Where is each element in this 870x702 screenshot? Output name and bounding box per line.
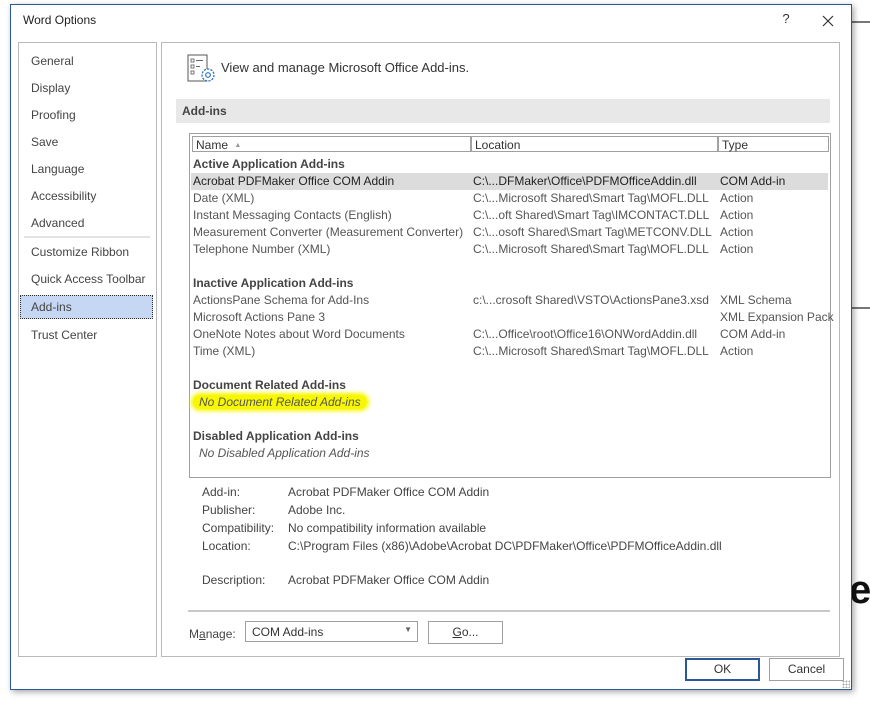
addin-name: OneNote Notes about Word Documents bbox=[193, 327, 405, 341]
sidebar-item-language[interactable]: Language bbox=[20, 157, 153, 181]
detail-label: Compatibility: bbox=[202, 521, 275, 535]
addin-location: c:\...crosoft Shared\VSTO\ActionsPane3.x… bbox=[473, 293, 709, 307]
sidebar-item-add-ins[interactable]: Add-ins bbox=[20, 295, 153, 319]
table-row[interactable]: Acrobat PDFMaker Office COM Addin C:\...… bbox=[191, 173, 828, 190]
detail-value: Acrobat PDFMaker Office COM Addin bbox=[288, 573, 490, 587]
empty-message-document-related: No Document Related Add-ins bbox=[193, 394, 367, 411]
resize-grip[interactable] bbox=[842, 680, 850, 688]
word-options-dialog: Word Options ? General Display Proofing … bbox=[10, 4, 852, 690]
addin-location: C:\...DFMaker\Office\PDFMOfficeAddin.dll bbox=[473, 174, 697, 188]
close-icon bbox=[822, 15, 834, 27]
addin-type: Action bbox=[720, 242, 754, 256]
manage-label-part: nage: bbox=[205, 627, 236, 641]
addin-location: C:\...Microsoft Shared\Smart Tag\MOFL.DL… bbox=[473, 344, 709, 358]
addin-name: Instant Messaging Contacts (English) bbox=[193, 208, 392, 222]
group-header-document-related: Document Related Add-ins bbox=[193, 378, 346, 392]
column-header-name[interactable]: Name ▲ bbox=[192, 136, 471, 152]
addin-location: C:\...Microsoft Shared\Smart Tag\MOFL.DL… bbox=[473, 242, 709, 256]
manage-label-part: M bbox=[189, 627, 199, 641]
addin-type: Action bbox=[720, 344, 754, 358]
go-mnemonic: G bbox=[452, 625, 462, 639]
highlighted-text: No Document Related Add-ins bbox=[193, 395, 367, 409]
table-row[interactable]: Date (XML) C:\...Microsoft Shared\Smart … bbox=[191, 190, 828, 207]
sidebar-item-quick-access-toolbar[interactable]: Quick Access Toolbar bbox=[20, 267, 153, 291]
detail-value: No compatibility information available bbox=[288, 521, 487, 535]
sidebar-item-proofing[interactable]: Proofing bbox=[20, 103, 153, 127]
detail-label: Location: bbox=[202, 539, 251, 553]
dialog-title: Word Options bbox=[23, 13, 97, 27]
sidebar-item-advanced[interactable]: Advanced bbox=[20, 211, 153, 235]
addin-type: COM Add-in bbox=[720, 327, 786, 341]
sidebar-item-trust-center[interactable]: Trust Center bbox=[20, 323, 153, 347]
close-button[interactable] bbox=[817, 10, 839, 32]
table-row[interactable]: Measurement Converter (Measurement Conve… bbox=[191, 224, 828, 241]
table-row[interactable]: Microsoft Actions Pane 3 XML Expansion P… bbox=[191, 309, 834, 326]
table-row[interactable]: OneNote Notes about Word Documents C:\..… bbox=[191, 326, 828, 343]
background-line bbox=[851, 307, 870, 309]
manage-selected-value: COM Add-ins bbox=[252, 625, 324, 639]
addin-type: XML Expansion Pack bbox=[720, 310, 834, 324]
manage-label: Manage: bbox=[189, 627, 236, 641]
addin-type: XML Schema bbox=[720, 293, 792, 307]
options-sidebar: General Display Proofing Save Language A… bbox=[18, 42, 157, 657]
addin-name: Measurement Converter (Measurement Conve… bbox=[193, 225, 464, 239]
addin-type: Action bbox=[720, 208, 754, 222]
sort-ascending-icon: ▲ bbox=[234, 142, 242, 149]
group-header-disabled: Disabled Application Add-ins bbox=[193, 429, 359, 443]
manage-dropdown[interactable]: COM Add-ins ▼ bbox=[245, 621, 418, 642]
addin-name: Date (XML) bbox=[193, 191, 255, 205]
addins-panel: View and manage Microsoft Office Add-ins… bbox=[161, 42, 840, 657]
addin-name: Acrobat PDFMaker Office COM Addin bbox=[193, 174, 395, 188]
sidebar-item-accessibility[interactable]: Accessibility bbox=[20, 184, 153, 208]
section-header: Add-ins bbox=[176, 99, 830, 123]
chevron-down-icon: ▼ bbox=[404, 625, 412, 634]
sidebar-item-general[interactable]: General bbox=[20, 49, 153, 73]
group-header-active: Active Application Add-ins bbox=[193, 157, 345, 171]
addin-location: C:\...oft Shared\Smart Tag\IMCONTACT.DLL bbox=[473, 208, 710, 222]
section-title: Add-ins bbox=[182, 104, 227, 118]
sidebar-item-customize-ribbon[interactable]: Customize Ribbon bbox=[20, 240, 153, 264]
addin-name: Time (XML) bbox=[193, 344, 256, 358]
detail-label: Publisher: bbox=[202, 503, 256, 517]
table-row[interactable]: Instant Messaging Contacts (English) C:\… bbox=[191, 207, 828, 224]
column-header-type[interactable]: Type bbox=[718, 136, 829, 152]
panel-header-text: View and manage Microsoft Office Add-ins… bbox=[221, 60, 470, 75]
addin-location: C:\...Microsoft Shared\Smart Tag\MOFL.DL… bbox=[473, 191, 709, 205]
addins-list[interactable]: Name ▲ Location Type Active Application … bbox=[189, 133, 834, 478]
addin-name: Microsoft Actions Pane 3 bbox=[193, 310, 326, 324]
addin-name: Telephone Number (XML) bbox=[193, 242, 331, 256]
detail-value: Adobe Inc. bbox=[288, 503, 346, 517]
addins-gear-icon bbox=[187, 54, 215, 82]
sidebar-item-save[interactable]: Save bbox=[20, 130, 153, 154]
go-label: o... bbox=[461, 625, 479, 639]
background-line bbox=[851, 21, 870, 23]
detail-label: Description: bbox=[202, 573, 266, 587]
cancel-button[interactable]: Cancel bbox=[769, 658, 844, 681]
help-button[interactable]: ? bbox=[775, 11, 797, 31]
empty-message-disabled: No Disabled Application Add-ins bbox=[199, 446, 370, 460]
addin-location: C:\...Office\root\Office16\ONWordAddin.d… bbox=[473, 327, 698, 341]
background-text: e bbox=[849, 568, 870, 612]
column-header-name-label: Name bbox=[196, 138, 229, 152]
group-header-inactive: Inactive Application Add-ins bbox=[193, 276, 354, 290]
column-header-location[interactable]: Location bbox=[471, 136, 718, 152]
addin-type: Action bbox=[720, 225, 754, 239]
addin-location: C:\...osoft Shared\Smart Tag\METCONV.DLL bbox=[473, 225, 712, 239]
divider bbox=[188, 610, 830, 612]
manage-label-mnemonic: a bbox=[199, 627, 206, 641]
table-row[interactable]: ActionsPane Schema for Add-Ins c:\...cro… bbox=[191, 292, 828, 309]
table-row[interactable]: Time (XML) C:\...Microsoft Shared\Smart … bbox=[191, 343, 828, 360]
ok-button[interactable]: OK bbox=[685, 658, 760, 681]
addin-type: COM Add-in bbox=[720, 174, 786, 188]
addin-name: ActionsPane Schema for Add-Ins bbox=[193, 293, 370, 307]
detail-value: C:\Program Files (x86)\Adobe\Acrobat DC\… bbox=[288, 539, 722, 553]
sidebar-divider bbox=[24, 236, 150, 238]
detail-value: Acrobat PDFMaker Office COM Addin bbox=[288, 485, 490, 499]
go-button[interactable]: Go... bbox=[428, 621, 503, 644]
sidebar-item-display[interactable]: Display bbox=[20, 76, 153, 100]
table-row[interactable]: Telephone Number (XML) C:\...Microsoft S… bbox=[191, 241, 828, 258]
addin-type: Action bbox=[720, 191, 754, 205]
detail-label: Add-in: bbox=[202, 485, 241, 499]
